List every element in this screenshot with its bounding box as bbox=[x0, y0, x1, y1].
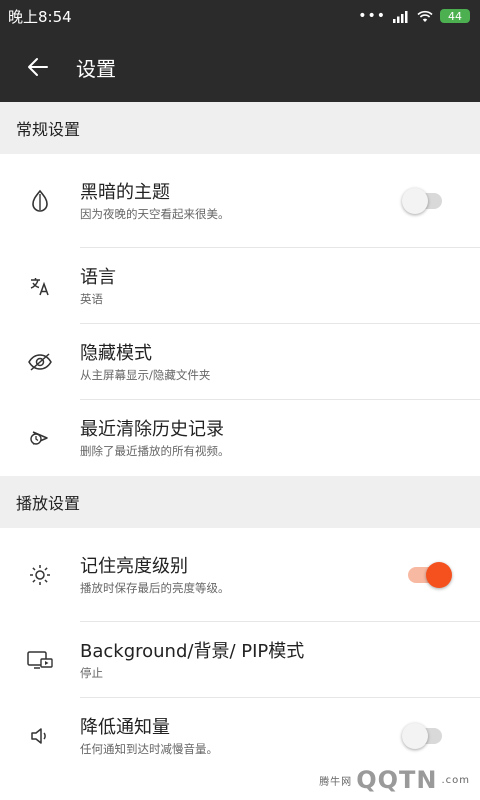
setting-title: Background/背景/ PIP模式 bbox=[80, 640, 305, 662]
eye-off-icon bbox=[28, 353, 52, 371]
setting-hide-mode[interactable]: 隐藏模式 从主屏幕显示/隐藏文件夹 bbox=[0, 324, 480, 400]
page-title: 设置 bbox=[76, 56, 116, 81]
setting-language[interactable]: 语言 英语 bbox=[0, 248, 480, 324]
watermark: 腾牛网 QQTN .com bbox=[319, 766, 470, 794]
setting-subtitle: 从主屏幕显示/隐藏文件夹 bbox=[80, 367, 211, 382]
arrow-back-icon bbox=[28, 58, 48, 76]
pip-icon bbox=[27, 651, 53, 669]
setting-title: 最近清除历史记录 bbox=[80, 418, 224, 440]
setting-clear-history[interactable]: 最近清除历史记录 删除了最近播放的所有视频。 bbox=[0, 400, 480, 476]
setting-title: 隐藏模式 bbox=[80, 342, 152, 364]
section-header-general: 常规设置 bbox=[0, 102, 480, 154]
setting-subtitle: 删除了最近播放的所有视频。 bbox=[80, 443, 230, 458]
watermark-cn: 腾牛网 bbox=[319, 776, 353, 788]
setting-remember-brightness[interactable]: 记住亮度级别 播放时保存最后的亮度等级。 bbox=[0, 528, 480, 622]
watermark-domain: .com bbox=[441, 774, 470, 786]
setting-subtitle: 英语 bbox=[80, 291, 103, 306]
battery-icon: 44 bbox=[440, 9, 470, 23]
wifi-icon bbox=[417, 10, 433, 22]
setting-background-pip[interactable]: Background/背景/ PIP模式 停止 bbox=[0, 622, 480, 698]
more-dots-icon: ••• bbox=[358, 8, 386, 24]
setting-lower-notification-volume[interactable]: 降低通知量 任何通知到达时减慢音量。 bbox=[0, 698, 480, 774]
dark-theme-toggle[interactable] bbox=[402, 188, 442, 214]
brightness-icon bbox=[30, 565, 50, 585]
back-button[interactable] bbox=[0, 32, 76, 102]
app-bar: 设置 bbox=[0, 32, 480, 102]
lower-volume-toggle[interactable] bbox=[402, 723, 442, 749]
watermark-brand: QQTN bbox=[356, 766, 438, 794]
history-clear-icon bbox=[30, 431, 48, 445]
theme-drop-icon bbox=[32, 189, 48, 212]
signal-icon bbox=[393, 11, 408, 23]
setting-subtitle: 停止 bbox=[80, 665, 103, 680]
remember-brightness-toggle[interactable] bbox=[408, 562, 452, 588]
setting-dark-theme[interactable]: 黑暗的主题 因为夜晚的天空看起来很美。 bbox=[0, 154, 480, 248]
status-bar: 晚上8:54 ••• 44 bbox=[0, 0, 480, 32]
volume-low-icon bbox=[31, 728, 46, 744]
section-header-playback: 播放设置 bbox=[0, 476, 480, 528]
translate-icon bbox=[30, 278, 49, 296]
setting-title: 语言 bbox=[80, 266, 116, 288]
status-time: 晚上8:54 bbox=[8, 7, 72, 26]
